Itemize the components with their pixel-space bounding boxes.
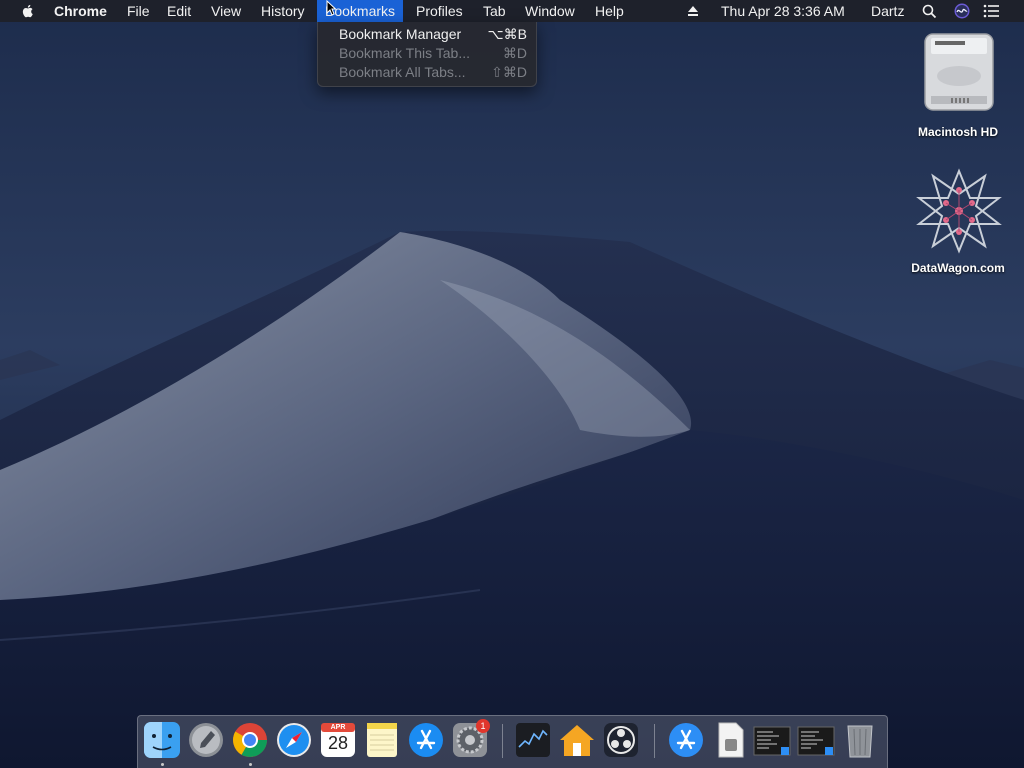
notification-center-icon[interactable] — [983, 4, 1000, 18]
menu-item-label: Bookmark Manager — [339, 26, 462, 42]
home-icon[interactable] — [558, 721, 596, 759]
user-name[interactable]: Dartz — [871, 0, 904, 22]
dock: APR 28 — [137, 715, 888, 768]
menu-item-shortcut: ⌥⌘B — [487, 26, 527, 42]
datawagon-logo-icon — [916, 168, 1002, 254]
menu-edit[interactable]: Edit — [159, 0, 199, 22]
stocks-icon[interactable] — [514, 721, 552, 759]
desktop-wallpaper — [0, 0, 1024, 768]
menu-profiles[interactable]: Profiles — [408, 0, 471, 22]
terminal-window-icon[interactable] — [797, 721, 835, 759]
app-store-icon[interactable] — [407, 721, 445, 759]
finder-icon[interactable] — [143, 721, 181, 759]
menu-file[interactable]: File — [119, 0, 158, 22]
eject-icon[interactable] — [687, 5, 699, 17]
launchpad-icon[interactable] — [187, 721, 225, 759]
menu-help[interactable]: Help — [587, 0, 632, 22]
app-menu-chrome[interactable]: Chrome — [46, 0, 115, 22]
desktop-icon-datawagon[interactable]: DataWagon.com — [903, 165, 1013, 280]
menu-item-bookmark-all-tabs: Bookmark All Tabs... ⇧⌘D — [318, 63, 536, 82]
menu-item-label: Bookmark All Tabs... — [339, 64, 466, 80]
trash-icon[interactable] — [841, 721, 879, 759]
desktop-icon-label: DataWagon.com — [911, 261, 1005, 275]
menu-item-bookmark-manager[interactable]: Bookmark Manager ⌥⌘B — [318, 25, 536, 44]
hard-drive-icon — [924, 33, 994, 111]
dock-separator — [502, 724, 503, 758]
terminal-window-icon[interactable] — [753, 721, 791, 759]
mouse-cursor-icon — [326, 0, 336, 16]
obs-icon[interactable] — [602, 721, 640, 759]
siri-icon[interactable] — [954, 3, 970, 19]
menu-tab[interactable]: Tab — [475, 0, 514, 22]
apple-logo-icon[interactable] — [20, 3, 36, 19]
notification-badge: 1 — [476, 719, 490, 733]
menu-item-shortcut: ⌘D — [502, 45, 527, 61]
document-icon[interactable] — [711, 721, 749, 759]
menu-bar: Chrome File Edit View History Bookmarks … — [0, 0, 1024, 22]
menu-item-label: Bookmark This Tab... — [339, 45, 470, 61]
menu-view[interactable]: View — [203, 0, 249, 22]
safari-icon[interactable] — [275, 721, 313, 759]
menu-item-bookmark-this-tab: Bookmark This Tab... ⌘D — [318, 44, 536, 63]
running-indicator — [249, 763, 252, 766]
desktop-icon-label: Macintosh HD — [917, 125, 998, 139]
calendar-month: APR — [330, 724, 346, 731]
calendar-day: 28 — [327, 733, 349, 753]
dock-separator — [654, 724, 655, 758]
spotlight-search-icon[interactable] — [922, 4, 937, 19]
app-store-icon[interactable] — [667, 721, 705, 759]
chrome-icon[interactable] — [231, 721, 269, 759]
notes-icon[interactable] — [363, 721, 401, 759]
desktop-icon-macintosh-hd[interactable]: Macintosh HD — [903, 30, 1013, 145]
menu-window[interactable]: Window — [517, 0, 583, 22]
running-indicator — [161, 763, 164, 766]
clock[interactable]: Thu Apr 28 3:36 AM — [721, 0, 845, 22]
menu-history[interactable]: History — [253, 0, 313, 22]
calendar-icon[interactable]: APR 28 — [319, 721, 357, 759]
menu-item-shortcut: ⇧⌘D — [491, 64, 527, 80]
bookmarks-dropdown-menu: Bookmark Manager ⌥⌘B Bookmark This Tab..… — [317, 22, 537, 87]
